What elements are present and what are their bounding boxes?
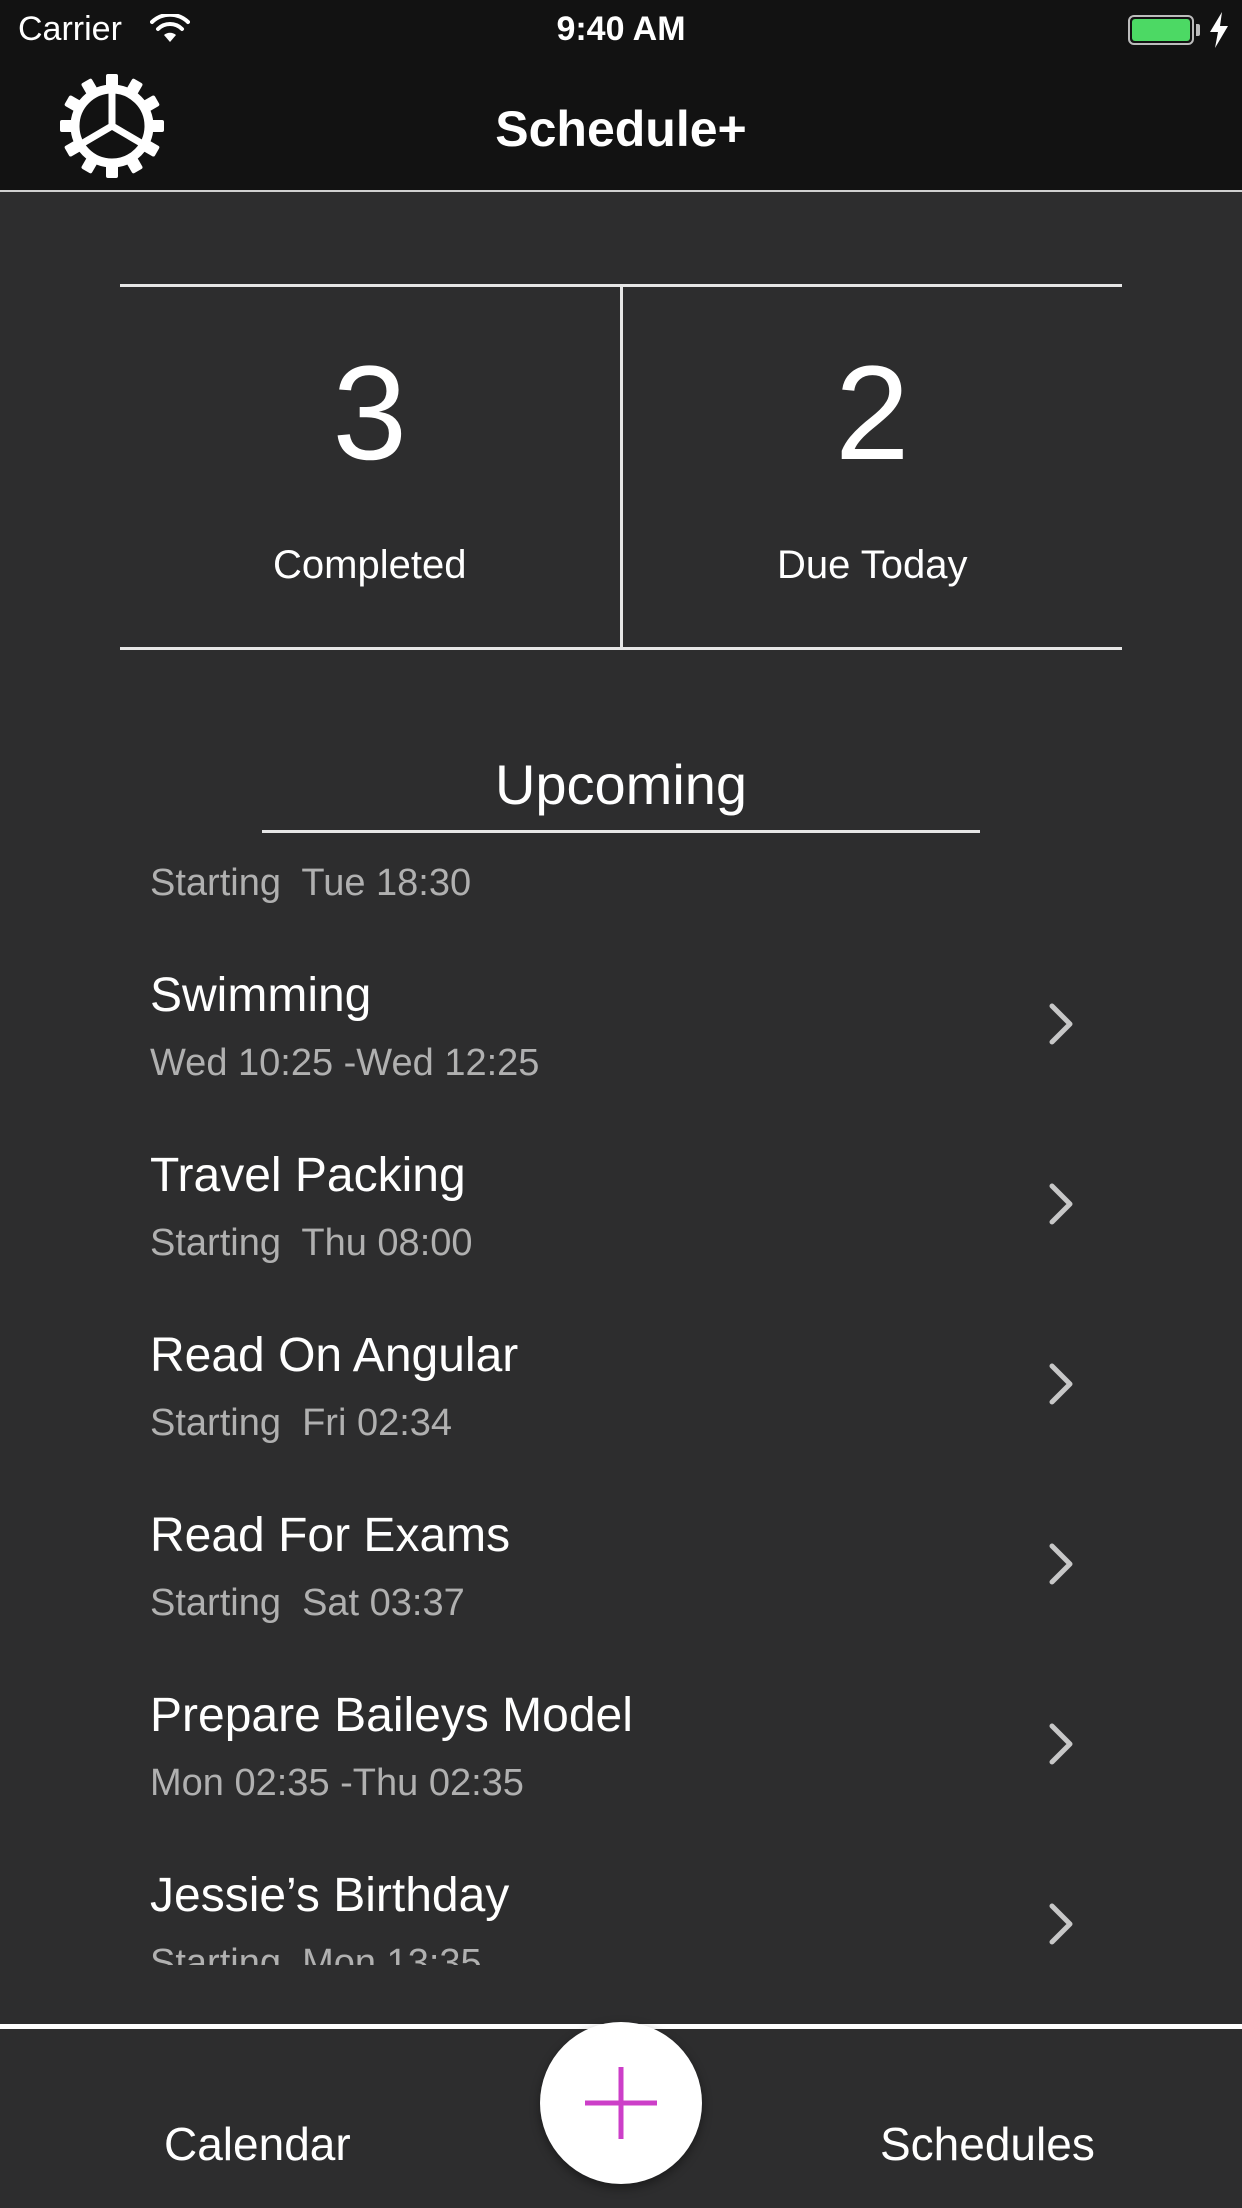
- item-title: Swimming: [150, 969, 372, 1022]
- plus-icon: [585, 2067, 657, 2139]
- app-title: Schedule+: [495, 101, 747, 157]
- tab-schedules[interactable]: Schedules: [880, 2117, 1095, 2171]
- stat-due-today[interactable]: 2 Due Today: [619, 287, 1123, 647]
- top-bar: Carrier 9:40 AM Schedule+: [0, 0, 1242, 192]
- add-schedule-button[interactable]: [540, 2022, 702, 2184]
- item-title: Read On Angular: [150, 1329, 519, 1382]
- upcoming-heading: Upcoming: [494, 753, 748, 816]
- list-item[interactable]: Jessie’s Birthday Starting Mon 13:35: [0, 1790, 1242, 1965]
- charging-bolt-icon: [1210, 12, 1228, 48]
- item-title: Travel Packing: [150, 1149, 466, 1202]
- upcoming-divider: [262, 830, 980, 833]
- upcoming-list[interactable]: Starting Tue 18:30 Swimming Wed 10:25 -W…: [0, 840, 1242, 1965]
- list-item[interactable]: Read On Angular Starting Fri 02:34: [0, 1250, 1242, 1444]
- item-title: Jessie’s Birthday: [150, 1869, 510, 1922]
- item-title: Prepare Baileys Model: [150, 1689, 633, 1742]
- tab-calendar[interactable]: Calendar: [164, 2117, 351, 2171]
- list-item[interactable]: Travel Packing Starting Thu 08:00: [0, 1070, 1242, 1264]
- stat-completed[interactable]: 3 Completed: [120, 287, 620, 647]
- list-item[interactable]: Read For Exams Starting Sat 03:37: [0, 1430, 1242, 1624]
- stat-due-today-label: Due Today: [776, 543, 968, 587]
- stat-completed-value: 3: [332, 339, 408, 488]
- stat-due-today-value: 2: [834, 339, 910, 488]
- item-subtitle: Starting Mon 13:35: [150, 1942, 482, 1965]
- chevron-right-icon: [1049, 1723, 1073, 1765]
- chevron-right-icon: [1049, 1003, 1073, 1045]
- chevron-right-icon: [1049, 1543, 1073, 1585]
- item-title: Read For Exams: [150, 1509, 511, 1562]
- chevron-right-icon: [1049, 1183, 1073, 1225]
- list-item[interactable]: Starting Tue 18:30: [0, 840, 1242, 904]
- list-item[interactable]: Swimming Wed 10:25 -Wed 12:25: [0, 890, 1242, 1084]
- list-item[interactable]: Prepare Baileys Model Mon 02:35 -Thu 02:…: [0, 1610, 1242, 1804]
- chevron-right-icon: [1049, 1363, 1073, 1405]
- chevron-right-icon: [1049, 1903, 1073, 1945]
- status-bar: Carrier 9:40 AM: [0, 0, 1242, 60]
- stats-panel: 3 Completed 2 Due Today: [120, 284, 1122, 650]
- battery-icon: [1128, 15, 1194, 45]
- battery-nub: [1196, 24, 1200, 36]
- stat-completed-label: Completed: [273, 543, 467, 587]
- status-time: 9:40 AM: [556, 10, 686, 48]
